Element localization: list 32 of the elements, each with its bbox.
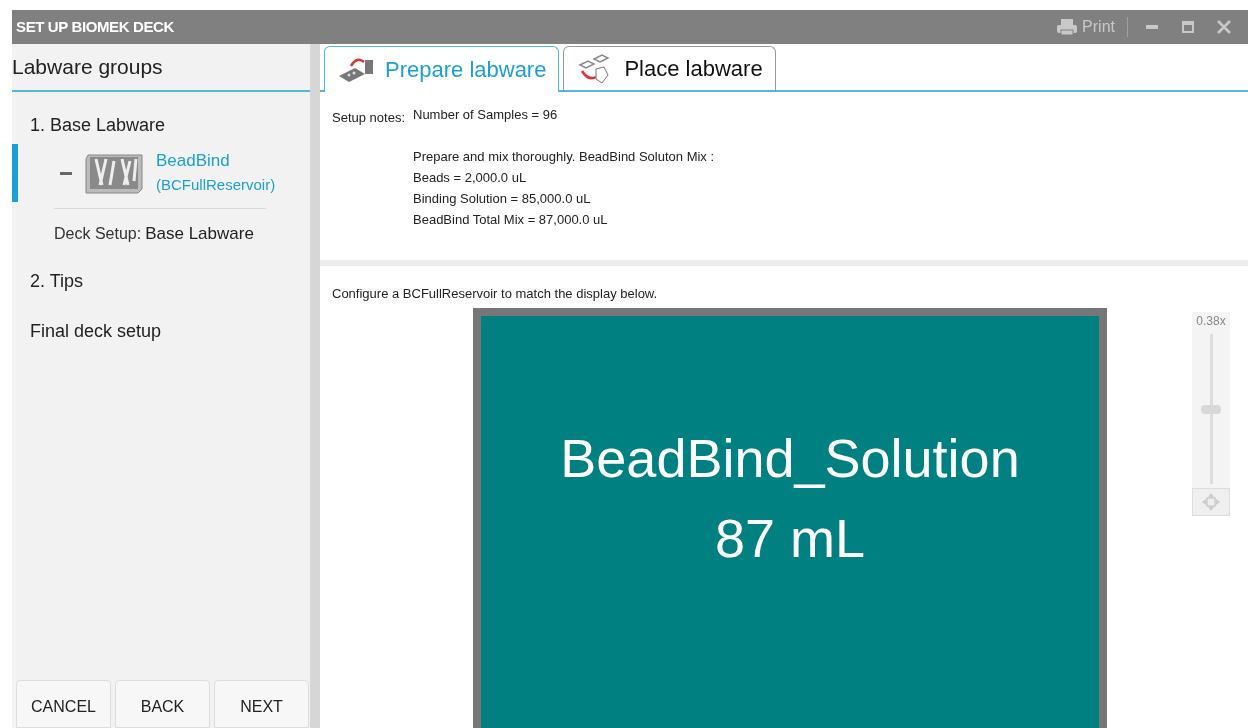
setup-note-line: BeadBind Total Mix = 87,000.0 uL [413, 211, 609, 229]
wizard-button[interactable]: NEXT [214, 680, 309, 728]
close-icon [1217, 20, 1231, 34]
sidebar-item[interactable]: 2. Tips [12, 256, 310, 307]
zoom-reading: 0.38x [1196, 313, 1226, 330]
slider-thumb[interactable] [1201, 404, 1221, 414]
move-icon [1201, 492, 1221, 512]
sidebar-item[interactable]: Final deck setup [12, 306, 310, 357]
printer-icon [1056, 18, 1079, 36]
setup-note-line: Prepare and mix thoroughly. BeadBind Soluton Mix : [413, 148, 715, 166]
reservoir-name: BeadBind_Solution [560, 427, 1020, 490]
setup-notes-label: Setup notes: [332, 109, 405, 127]
instruction-text: Configure a BCFullReservoir to match the display below. [331, 285, 659, 303]
zoom-slider[interactable] [1201, 334, 1221, 484]
reservoir-icon [84, 151, 144, 195]
pan-button[interactable] [1192, 488, 1230, 516]
reservoir-volume: 87 mL [714, 507, 866, 570]
collapse-icon[interactable] [60, 171, 72, 175]
deck-setup-value: Base Labware [145, 223, 254, 245]
setup-note-line: Beads = 2,000.0 uL [413, 169, 528, 187]
sidebar-title: Labware groups [12, 54, 163, 81]
setup-note-line: Binding Solution = 85,000.0 uL [413, 190, 592, 208]
maximize-icon [1182, 21, 1194, 33]
deck-setup-label: Deck Setup: [54, 224, 142, 244]
tab[interactable]: Place labware [563, 46, 776, 90]
setup-note-line: Number of Samples = 96 [413, 106, 559, 124]
labware-name: BeadBind [156, 150, 231, 172]
wizard-button[interactable]: CANCEL [16, 680, 111, 728]
window-title: SET UP BIOMEK DECK [16, 16, 174, 37]
wizard-button[interactable]: BACK [115, 680, 210, 728]
minimize-icon [1146, 25, 1158, 29]
labware-type: (BCFullReservoir) [156, 175, 276, 195]
